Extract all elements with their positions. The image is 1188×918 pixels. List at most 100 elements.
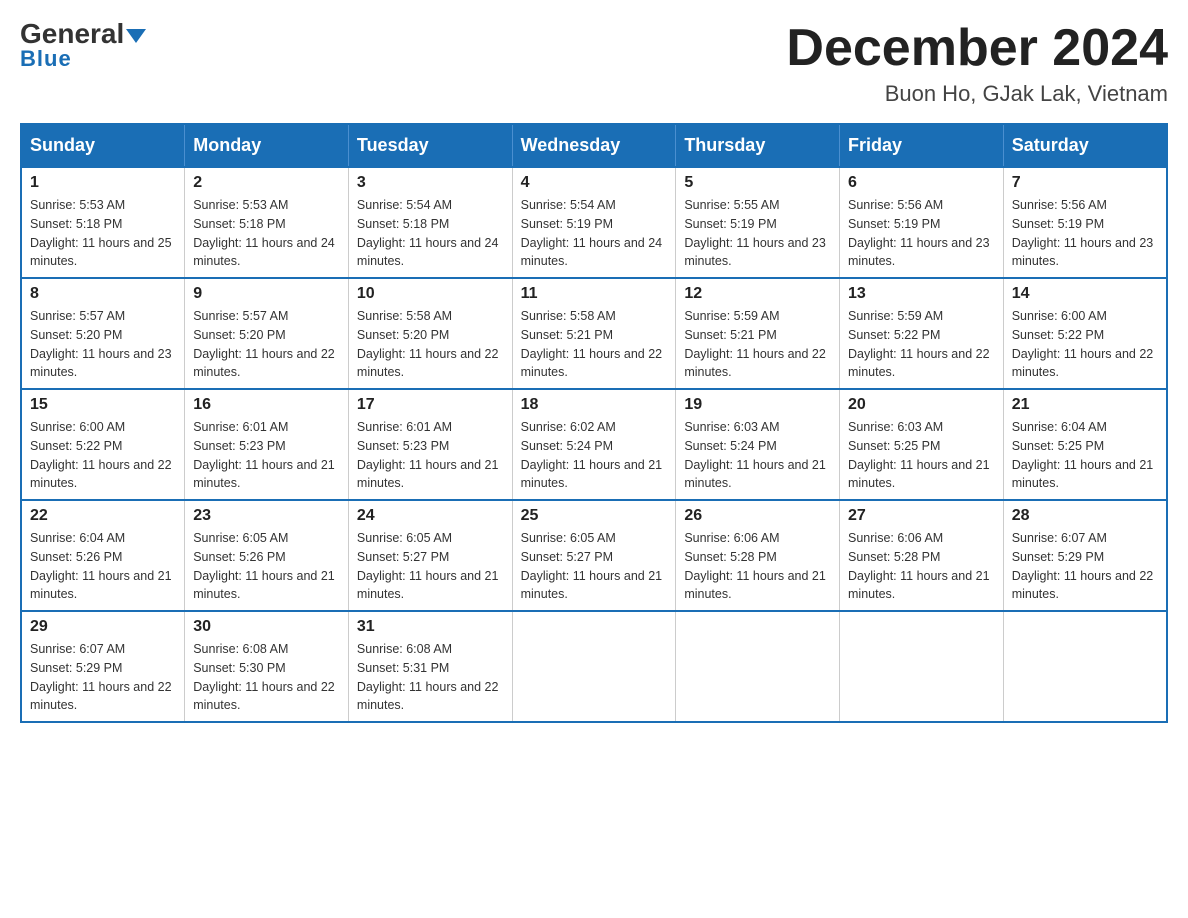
logo-general-line: General xyxy=(20,20,146,48)
weekday-tuesday: Tuesday xyxy=(348,124,512,167)
day-cell-5: 5 Sunrise: 5:55 AMSunset: 5:19 PMDaylight… xyxy=(676,167,840,278)
day-info-19: Sunrise: 6:03 AMSunset: 5:24 PMDaylight:… xyxy=(684,418,831,493)
day-number-20: 20 xyxy=(848,396,995,414)
day-number-17: 17 xyxy=(357,396,504,414)
day-info-25: Sunrise: 6:05 AMSunset: 5:27 PMDaylight:… xyxy=(521,529,668,604)
day-number-28: 28 xyxy=(1012,507,1158,525)
day-info-16: Sunrise: 6:01 AMSunset: 5:23 PMDaylight:… xyxy=(193,418,340,493)
day-number-16: 16 xyxy=(193,396,340,414)
weekday-friday: Friday xyxy=(840,124,1004,167)
day-number-29: 29 xyxy=(30,618,176,636)
weekday-header-row: SundayMondayTuesdayWednesdayThursdayFrid… xyxy=(21,124,1167,167)
day-number-15: 15 xyxy=(30,396,176,414)
day-cell-13: 13Sunrise: 5:59 AMSunset: 5:22 PMDayligh… xyxy=(840,278,1004,389)
day-number-7: 7 xyxy=(1012,174,1158,192)
day-number-19: 19 xyxy=(684,396,831,414)
day-cell-10: 10 Sunrise: 5:58 AMSunset: 5:20 PMDayligh… xyxy=(348,278,512,389)
day-cell-26: 26 Sunrise: 6:06 AMSunset: 5:28 PMDayligh… xyxy=(676,500,840,611)
day-info-18: Sunrise: 6:02 AMSunset: 5:24 PMDaylight:… xyxy=(521,418,668,493)
day-number-25: 25 xyxy=(521,507,668,525)
day-info-29: Sunrise: 6:07 AMSunset: 5:29 PMDaylight:… xyxy=(30,640,176,715)
day-cell-27: 27Sunrise: 6:06 AMSunset: 5:28 PMDayligh… xyxy=(840,500,1004,611)
week-row-2: 8 Sunrise: 5:57 AMSunset: 5:20 PMDaylight… xyxy=(21,278,1167,389)
day-number-18: 18 xyxy=(521,396,668,414)
day-cell-20: 20 Sunrise: 6:03 AMSunset: 5:25 PMDayligh… xyxy=(840,389,1004,500)
day-cell-6: 6Sunrise: 5:56 AMSunset: 5:19 PMDaylight… xyxy=(840,167,1004,278)
day-cell-30: 30 Sunrise: 6:08 AMSunset: 5:30 PMDayligh… xyxy=(185,611,349,722)
day-cell-4: 4 Sunrise: 5:54 AMSunset: 5:19 PMDaylight… xyxy=(512,167,676,278)
day-cell-9: 9Sunrise: 5:57 AMSunset: 5:20 PMDaylight… xyxy=(185,278,349,389)
day-info-28: Sunrise: 6:07 AMSunset: 5:29 PMDaylight:… xyxy=(1012,529,1158,604)
day-info-4: Sunrise: 5:54 AMSunset: 5:19 PMDaylight:… xyxy=(521,196,668,271)
day-number-21: 21 xyxy=(1012,396,1158,414)
day-info-22: Sunrise: 6:04 AMSunset: 5:26 PMDaylight:… xyxy=(30,529,176,604)
empty-cell-w4-d4 xyxy=(676,611,840,722)
weekday-monday: Monday xyxy=(185,124,349,167)
day-info-1: Sunrise: 5:53 AMSunset: 5:18 PMDaylight:… xyxy=(30,196,176,271)
day-cell-11: 11Sunrise: 5:58 AMSunset: 5:21 PMDayligh… xyxy=(512,278,676,389)
week-row-5: 29 Sunrise: 6:07 AMSunset: 5:29 PMDayligh… xyxy=(21,611,1167,722)
location-subtitle: Buon Ho, GJak Lak, Vietnam xyxy=(786,81,1168,107)
week-row-1: 1Sunrise: 5:53 AMSunset: 5:18 PMDaylight… xyxy=(21,167,1167,278)
day-info-17: Sunrise: 6:01 AMSunset: 5:23 PMDaylight:… xyxy=(357,418,504,493)
day-number-26: 26 xyxy=(684,507,831,525)
day-info-20: Sunrise: 6:03 AMSunset: 5:25 PMDaylight:… xyxy=(848,418,995,493)
day-number-6: 6 xyxy=(848,174,995,192)
weekday-sunday: Sunday xyxy=(21,124,185,167)
day-info-7: Sunrise: 5:56 AMSunset: 5:19 PMDaylight:… xyxy=(1012,196,1158,271)
day-cell-22: 22 Sunrise: 6:04 AMSunset: 5:26 PMDayligh… xyxy=(21,500,185,611)
day-info-5: Sunrise: 5:55 AMSunset: 5:19 PMDaylight:… xyxy=(684,196,831,271)
calendar-body: 1Sunrise: 5:53 AMSunset: 5:18 PMDaylight… xyxy=(21,167,1167,722)
day-info-31: Sunrise: 6:08 AMSunset: 5:31 PMDaylight:… xyxy=(357,640,504,715)
day-cell-17: 17 Sunrise: 6:01 AMSunset: 5:23 PMDayligh… xyxy=(348,389,512,500)
day-cell-12: 12Sunrise: 5:59 AMSunset: 5:21 PMDayligh… xyxy=(676,278,840,389)
day-number-8: 8 xyxy=(30,285,176,303)
day-number-14: 14 xyxy=(1012,285,1158,303)
day-info-9: Sunrise: 5:57 AMSunset: 5:20 PMDaylight:… xyxy=(193,307,340,382)
day-info-12: Sunrise: 5:59 AMSunset: 5:21 PMDaylight:… xyxy=(684,307,831,382)
day-info-30: Sunrise: 6:08 AMSunset: 5:30 PMDaylight:… xyxy=(193,640,340,715)
day-number-4: 4 xyxy=(521,174,668,192)
week-row-3: 15 Sunrise: 6:00 AMSunset: 5:22 PMDayligh… xyxy=(21,389,1167,500)
day-info-23: Sunrise: 6:05 AMSunset: 5:26 PMDaylight:… xyxy=(193,529,340,604)
page-header: General Blue December 2024 Buon Ho, GJak… xyxy=(20,20,1168,107)
day-number-11: 11 xyxy=(521,285,668,303)
day-info-21: Sunrise: 6:04 AMSunset: 5:25 PMDaylight:… xyxy=(1012,418,1158,493)
day-info-3: Sunrise: 5:54 AMSunset: 5:18 PMDaylight:… xyxy=(357,196,504,271)
week-row-4: 22 Sunrise: 6:04 AMSunset: 5:26 PMDayligh… xyxy=(21,500,1167,611)
day-cell-16: 16 Sunrise: 6:01 AMSunset: 5:23 PMDayligh… xyxy=(185,389,349,500)
day-number-24: 24 xyxy=(357,507,504,525)
day-info-2: Sunrise: 5:53 AMSunset: 5:18 PMDaylight:… xyxy=(193,196,340,271)
logo: General Blue xyxy=(20,20,146,72)
day-cell-21: 21 Sunrise: 6:04 AMSunset: 5:25 PMDayligh… xyxy=(1003,389,1167,500)
day-cell-15: 15 Sunrise: 6:00 AMSunset: 5:22 PMDayligh… xyxy=(21,389,185,500)
day-info-8: Sunrise: 5:57 AMSunset: 5:20 PMDaylight:… xyxy=(30,307,176,382)
day-number-5: 5 xyxy=(684,174,831,192)
empty-cell-w4-d3 xyxy=(512,611,676,722)
day-info-14: Sunrise: 6:00 AMSunset: 5:22 PMDaylight:… xyxy=(1012,307,1158,382)
day-info-10: Sunrise: 5:58 AMSunset: 5:20 PMDaylight:… xyxy=(357,307,504,382)
weekday-wednesday: Wednesday xyxy=(512,124,676,167)
day-cell-7: 7 Sunrise: 5:56 AMSunset: 5:19 PMDaylight… xyxy=(1003,167,1167,278)
day-info-24: Sunrise: 6:05 AMSunset: 5:27 PMDaylight:… xyxy=(357,529,504,604)
logo-triangle-icon xyxy=(126,29,146,43)
day-info-26: Sunrise: 6:06 AMSunset: 5:28 PMDaylight:… xyxy=(684,529,831,604)
day-cell-18: 18 Sunrise: 6:02 AMSunset: 5:24 PMDayligh… xyxy=(512,389,676,500)
day-number-23: 23 xyxy=(193,507,340,525)
day-info-15: Sunrise: 6:00 AMSunset: 5:22 PMDaylight:… xyxy=(30,418,176,493)
day-number-31: 31 xyxy=(357,618,504,636)
day-number-3: 3 xyxy=(357,174,504,192)
day-number-30: 30 xyxy=(193,618,340,636)
day-cell-29: 29 Sunrise: 6:07 AMSunset: 5:29 PMDayligh… xyxy=(21,611,185,722)
logo-blue-text: Blue xyxy=(20,46,72,72)
day-cell-8: 8 Sunrise: 5:57 AMSunset: 5:20 PMDaylight… xyxy=(21,278,185,389)
day-cell-3: 3 Sunrise: 5:54 AMSunset: 5:18 PMDaylight… xyxy=(348,167,512,278)
day-cell-2: 2Sunrise: 5:53 AMSunset: 5:18 PMDaylight… xyxy=(185,167,349,278)
day-cell-23: 23 Sunrise: 6:05 AMSunset: 5:26 PMDayligh… xyxy=(185,500,349,611)
day-cell-1: 1Sunrise: 5:53 AMSunset: 5:18 PMDaylight… xyxy=(21,167,185,278)
day-number-13: 13 xyxy=(848,285,995,303)
day-info-27: Sunrise: 6:06 AMSunset: 5:28 PMDaylight:… xyxy=(848,529,995,604)
calendar-table: SundayMondayTuesdayWednesdayThursdayFrid… xyxy=(20,123,1168,723)
day-number-22: 22 xyxy=(30,507,176,525)
day-number-10: 10 xyxy=(357,285,504,303)
